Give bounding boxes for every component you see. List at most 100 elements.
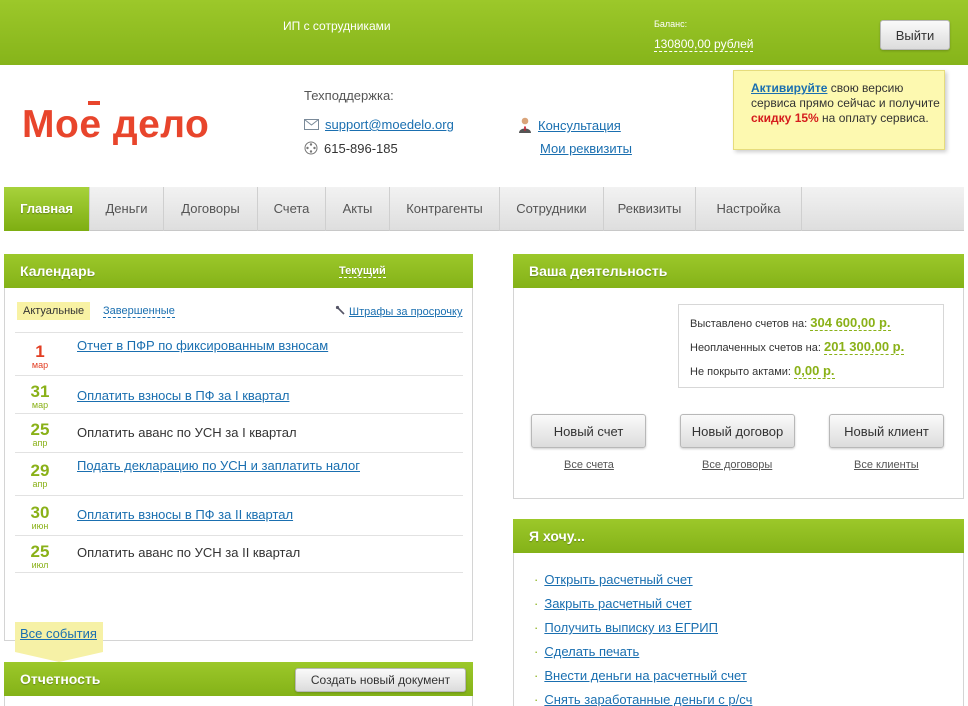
calendar-panel: Календарь Текущий Актуальные Завершенные… <box>4 254 473 662</box>
bullet: · <box>534 572 539 587</box>
logo-text-3: дело <box>101 103 210 146</box>
tab-contracts[interactable]: Договоры <box>164 187 258 231</box>
new-contract-button[interactable]: Новый договор <box>680 414 795 448</box>
calendar-header: Календарь Текущий <box>4 254 473 288</box>
wrench-icon <box>335 305 346 319</box>
promo-note: Активируйте свою версию сервиса прямо се… <box>733 70 945 150</box>
all-events-link[interactable]: Все события <box>20 626 97 641</box>
stat-label: Выставлено счетов на: <box>690 318 808 330</box>
logo-text-2: е <box>79 103 102 146</box>
new-client-button[interactable]: Новый клиент <box>829 414 944 448</box>
event-link[interactable]: Оплатить взносы в ПФ за II квартал <box>77 507 293 522</box>
all-clients-link[interactable]: Все клиенты <box>854 459 919 471</box>
bullet: · <box>534 668 539 683</box>
promo-text-2: на оплату сервиса. <box>818 111 929 125</box>
promo-discount: скидку 15% <box>751 111 819 125</box>
calendar-event: 30 июн Оплатить взносы в ПФ за II кварта… <box>15 495 463 535</box>
want-link[interactable]: Внести деньги на расчетный счет <box>544 668 746 683</box>
want-item[interactable]: · Получить выписку из ЕГРИП <box>534 620 718 635</box>
event-month: июл <box>31 560 49 570</box>
activity-panel: Ваша деятельность Выставлено счетов на: … <box>513 254 964 499</box>
want-item[interactable]: · Закрыть расчетный счет <box>534 596 692 611</box>
consultation-link[interactable]: Консультация <box>538 118 621 133</box>
my-requisites[interactable]: Мои реквизиты <box>540 141 632 156</box>
support-phone: 615-896-185 <box>304 141 398 158</box>
i-want-panel: Я хочу... · Открыть расчетный счет · Закры… <box>513 519 964 706</box>
event-month: апр <box>32 479 48 489</box>
event-link[interactable]: Подать декларацию по УСН и заплатить нал… <box>77 458 360 473</box>
tab-invoices[interactable]: Счета <box>258 187 326 231</box>
tab-employees[interactable]: Сотрудники <box>500 187 604 231</box>
want-link[interactable]: Открыть расчетный счет <box>544 572 692 587</box>
event-day: 25 <box>30 542 50 561</box>
event-text: Оплатить аванс по УСН за II квартал <box>77 545 301 560</box>
activate-link[interactable]: Активируйте <box>751 81 827 95</box>
main-nav: Главная Деньги Договоры Счета Акты Контр… <box>4 187 964 231</box>
bullet: · <box>534 620 539 635</box>
want-link[interactable]: Закрыть расчетный счет <box>544 596 691 611</box>
tab-settings[interactable]: Настройка <box>696 187 802 231</box>
tab-requisites[interactable]: Реквизиты <box>604 187 696 231</box>
activity-title: Ваша деятельность <box>529 263 668 279</box>
event-month: апр <box>32 438 48 448</box>
want-link[interactable]: Снять заработанные деньги с р/сч <box>544 692 752 706</box>
new-invoice-button[interactable]: Новый счет <box>531 414 646 448</box>
logo-text-1: Мо <box>22 103 80 146</box>
bullet: · <box>534 644 539 659</box>
support-phone-number: 615-896-185 <box>324 141 398 156</box>
want-link[interactable]: Сделать печать <box>544 644 639 659</box>
person-icon <box>518 117 532 136</box>
calendar-event: 25 июл Оплатить аванс по УСН за II кварт… <box>15 535 463 573</box>
event-link[interactable]: Оплатить взносы в ПФ за I квартал <box>77 388 289 403</box>
tab-actual[interactable]: Актуальные <box>17 302 91 320</box>
stat-value[interactable]: 304 600,00 р. <box>810 315 891 331</box>
want-item[interactable]: · Сделать печать <box>534 644 639 659</box>
consultation[interactable]: Консультация <box>518 117 621 136</box>
reporting-panel: Отчетность Создать новый документ <box>4 662 473 706</box>
support-email-link[interactable]: support@moedelo.org <box>325 117 454 132</box>
tab-counterparties[interactable]: Контрагенты <box>390 187 500 231</box>
stat-label: Неоплаченных счетов на: <box>690 342 821 354</box>
event-day: 29 <box>30 461 50 480</box>
support-email[interactable]: support@moedelo.org <box>304 117 454 133</box>
logout-button[interactable]: Выйти <box>880 20 950 50</box>
fines-link-text[interactable]: Штрафы за просрочку <box>349 306 462 318</box>
balance-label: Баланс: <box>654 19 688 29</box>
stat-value[interactable]: 0,00 р. <box>794 363 835 379</box>
logo[interactable]: Мое дело <box>22 102 209 148</box>
event-day: 30 <box>30 503 50 522</box>
stat-label: Не покрыто актами: <box>690 366 791 378</box>
event-day: 31 <box>30 382 50 401</box>
want-item[interactable]: · Внести деньги на расчетный счет <box>534 668 747 683</box>
phone-dial-icon <box>304 141 318 158</box>
support-title: Техподдержка: <box>304 88 394 103</box>
event-day: 1 <box>35 342 45 361</box>
calendar-event: 25 апр Оплатить аванс по УСН за I кварта… <box>15 413 463 452</box>
my-requisites-link[interactable]: Мои реквизиты <box>540 141 632 156</box>
want-link[interactable]: Получить выписку из ЕГРИП <box>544 620 718 635</box>
i-want-title: Я хочу... <box>529 528 585 544</box>
tab-home[interactable]: Главная <box>4 187 90 231</box>
balance-value[interactable]: 130800,00 рублей <box>654 37 754 52</box>
tab-acts[interactable]: Акты <box>326 187 390 231</box>
stat-uncovered: Не покрыто актами: 0,00 р. <box>690 363 835 379</box>
bullet: · <box>534 692 539 706</box>
fines-link[interactable]: Штрафы за просрочку <box>335 305 462 319</box>
event-day: 25 <box>30 420 50 439</box>
stat-issued: Выставлено счетов на: 304 600,00 р. <box>690 315 891 331</box>
top-bar: ИП с сотрудниками Баланс: 130800,00 рубл… <box>0 0 968 65</box>
tab-completed[interactable]: Завершенные <box>103 305 175 318</box>
reporting-title: Отчетность <box>20 671 101 687</box>
event-link[interactable]: Отчет в ПФР по фиксированным взносам <box>77 338 328 353</box>
all-invoices-link[interactable]: Все счета <box>564 459 614 471</box>
calendar-current[interactable]: Текущий <box>339 254 386 288</box>
all-contracts-link[interactable]: Все договоры <box>702 459 772 471</box>
create-document-button[interactable]: Создать новый документ <box>295 668 466 692</box>
activity-stats: Выставлено счетов на: 304 600,00 р. Неоп… <box>678 304 944 388</box>
tab-money[interactable]: Деньги <box>90 187 164 231</box>
want-item[interactable]: · Открыть расчетный счет <box>534 572 693 587</box>
all-events-tab[interactable]: Все события <box>15 622 103 662</box>
event-month: мар <box>31 400 49 410</box>
stat-value[interactable]: 201 300,00 р. <box>824 339 905 355</box>
want-item[interactable]: · Снять заработанные деньги с р/сч <box>534 692 752 706</box>
